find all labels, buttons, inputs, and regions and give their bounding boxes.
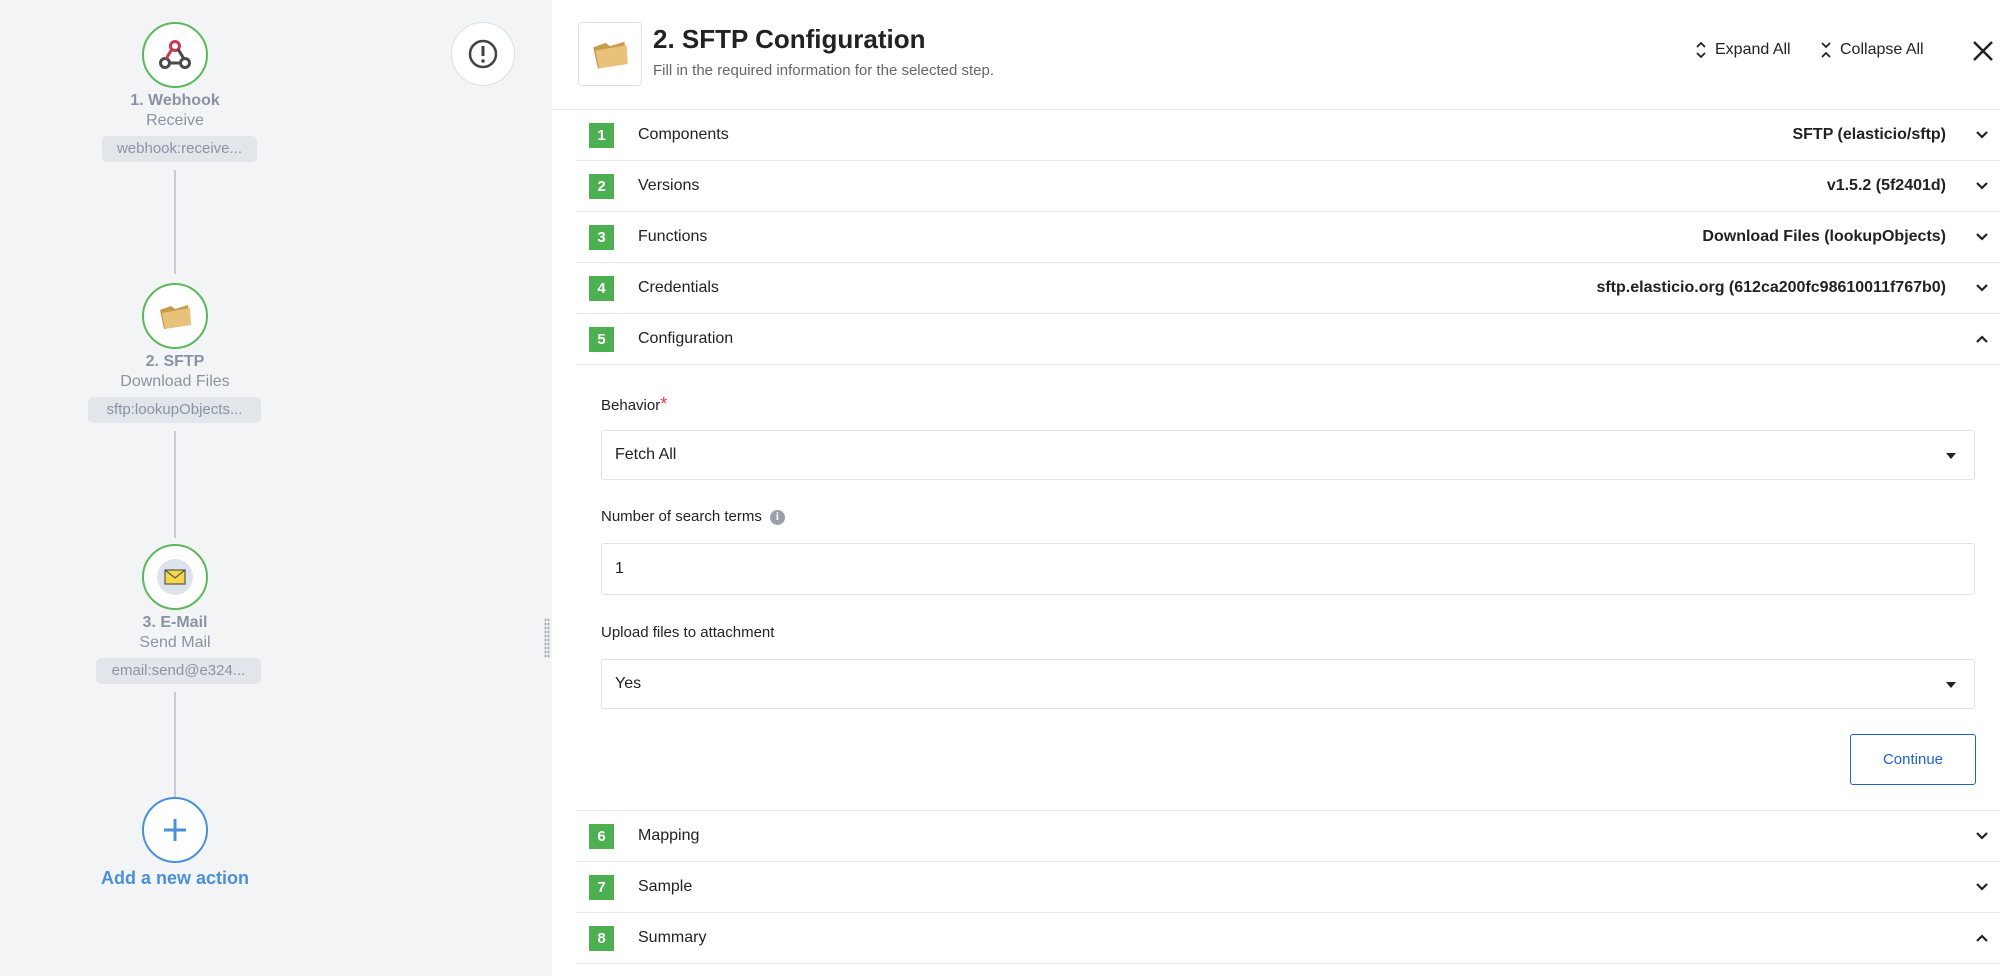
step-value: SFTP (elasticio/sftp) (1792, 126, 1946, 143)
behavior-select[interactable]: Fetch All (601, 430, 1975, 480)
flow-connector (174, 431, 176, 538)
required-mark: * (660, 394, 668, 414)
step-number-badge: 6 (589, 823, 614, 849)
chevron-down-icon (1976, 284, 1988, 292)
chevron-up-icon (1976, 934, 1988, 942)
expand-all-button[interactable]: Expand All (1695, 40, 1791, 60)
step-label: Sample (638, 878, 693, 895)
add-action-button[interactable] (142, 797, 208, 863)
step-number-badge: 7 (589, 874, 614, 900)
alert-icon (468, 39, 498, 69)
step-value: Download Files (lookupObjects) (1702, 228, 1946, 245)
behavior-select-value: Fetch All (615, 446, 677, 463)
step-components[interactable]: 1 Components SFTP (elasticio/sftp) (576, 110, 2000, 161)
step-label: Versions (638, 177, 700, 194)
step-label: Mapping (638, 827, 700, 844)
collapse-all-button[interactable]: Collapse All (1820, 40, 1924, 60)
folder-icon (593, 41, 628, 69)
step-label: Components (638, 126, 729, 143)
step-label: Summary (638, 929, 707, 946)
step-value: sftp.elasticio.org (612ca200fc98610011f7… (1596, 279, 1946, 296)
step-number-badge: 2 (589, 173, 614, 199)
step-value: v1.5.2 (5f2401d) (1826, 177, 1946, 194)
close-button[interactable] (1970, 38, 1996, 64)
expand-icon (1696, 41, 1706, 59)
behavior-label-text: Behavior (601, 397, 661, 414)
chevron-down-icon (1976, 182, 1988, 190)
step-number-badge: 8 (589, 925, 614, 951)
upload-files-select-value: Yes (615, 675, 642, 692)
step-number-badge: 5 (589, 326, 614, 352)
page-subtitle: Fill in the required information for the… (653, 62, 995, 79)
email-node-subtitle: Send Mail (139, 634, 211, 651)
chevron-down-icon (1976, 131, 1988, 139)
search-terms-input[interactable]: 1 (601, 543, 1975, 595)
webhook-node-subtitle: Receive (146, 112, 204, 129)
step-versions[interactable]: 2 Versions v1.5.2 (5f2401d) (576, 161, 2000, 212)
expand-all-label: Expand All (1715, 41, 1791, 58)
webhook-node[interactable] (142, 22, 208, 88)
step-summary[interactable]: 8 Summary (576, 913, 2000, 964)
step-number-badge: 4 (589, 275, 614, 301)
chevron-up-icon (1976, 335, 1988, 343)
search-terms-label-text: Number of search terms (601, 508, 762, 525)
chevron-down-icon (1976, 832, 1988, 840)
step-icon (578, 22, 642, 86)
sftp-node[interactable] (142, 283, 208, 349)
step-label: Credentials (638, 279, 719, 296)
chevron-down-icon (1976, 883, 1988, 891)
add-action-label[interactable]: Add a new action (0, 868, 350, 889)
step-mapping[interactable]: 6 Mapping (576, 811, 2000, 862)
panel-splitter[interactable] (542, 0, 552, 976)
folder-icon (160, 305, 191, 329)
collapse-all-label: Collapse All (1840, 41, 1924, 58)
email-icon (157, 559, 193, 595)
step-config-panel: 2. SFTP Configuration Fill in the requir… (552, 0, 2000, 976)
step-credentials[interactable]: 4 Credentials sftp.elasticio.org (612ca2… (576, 263, 2000, 314)
alert-button[interactable] (451, 22, 515, 86)
flow-connector (174, 170, 176, 274)
step-number-badge: 1 (589, 122, 614, 148)
info-icon[interactable]: i (769, 509, 785, 525)
email-node-chip: email:send@e324... (96, 658, 261, 684)
step-number-badge: 3 (589, 224, 614, 250)
plus-icon (164, 819, 186, 841)
caret-down-icon (1946, 682, 1956, 688)
sftp-node-chip: sftp:lookupObjects... (88, 397, 261, 423)
step-label: Configuration (638, 330, 734, 347)
chevron-down-icon (1976, 233, 1988, 241)
continue-button[interactable]: Continue (1850, 734, 1976, 785)
collapse-icon (1821, 42, 1831, 58)
webhook-node-chip: webhook:receive... (102, 136, 257, 162)
page-title: 2. SFTP Configuration (653, 24, 926, 54)
sftp-node-subtitle: Download Files (120, 373, 230, 390)
webhook-node-title: 1. Webhook (130, 92, 220, 109)
upload-files-label: Upload files to attachment (601, 624, 775, 641)
email-node-title: 3. E-Mail (142, 614, 208, 631)
webhook-icon (159, 40, 191, 69)
behavior-label: Behavior* (601, 394, 667, 415)
splitter-grip-icon[interactable] (544, 618, 550, 658)
step-label: Functions (638, 228, 708, 245)
email-node[interactable] (142, 544, 208, 610)
flow-connector (174, 692, 176, 797)
search-terms-label: Number of search terms i (601, 508, 785, 525)
caret-down-icon (1946, 453, 1956, 459)
close-icon (1973, 41, 1993, 61)
flow-canvas: 1. Webhook Receive webhook:receive... 2.… (0, 0, 542, 976)
step-sample[interactable]: 7 Sample (576, 862, 2000, 913)
step-configuration[interactable]: 5 Configuration (576, 314, 2000, 365)
sftp-node-title: 2. SFTP (145, 353, 205, 370)
upload-files-select[interactable]: Yes (601, 659, 1975, 709)
step-functions[interactable]: 3 Functions Download Files (lookupObject… (576, 212, 2000, 263)
